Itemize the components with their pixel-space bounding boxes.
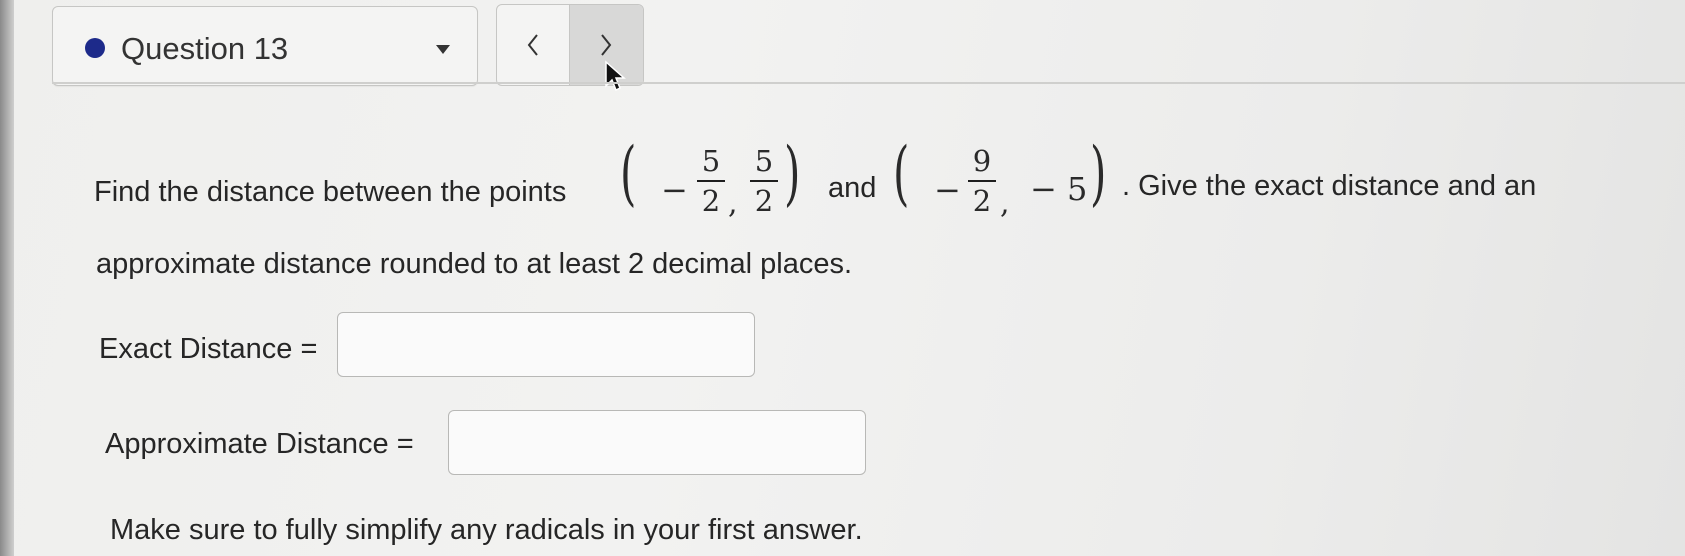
simplify-note: Make sure to fully simplify any radicals… (110, 514, 863, 546)
open-paren: ( (620, 132, 637, 214)
status-dot-icon (85, 38, 105, 58)
close-paren: ) (1090, 132, 1107, 214)
point2-x-sign: − (934, 171, 961, 209)
point2-y-value: − 5 (1030, 170, 1088, 208)
question-label: Question 13 (121, 31, 289, 66)
approximate-distance-input[interactable] (448, 410, 866, 475)
chevron-left-icon (527, 34, 538, 56)
question-text-start: Find the distance between the points (94, 176, 567, 208)
point1-x-sign: − (661, 171, 688, 209)
question-text-line2: approximate distance rounded to at least… (96, 248, 853, 280)
chevron-right-icon (601, 34, 612, 56)
point2-x-fraction: 9 2 (968, 144, 996, 218)
point1-x-denominator: 2 (701, 184, 721, 218)
question-selector[interactable]: Question 13 (52, 6, 478, 86)
comma: , (728, 186, 738, 221)
close-paren: ) (784, 132, 801, 214)
window-edge (0, 0, 14, 556)
open-paren: ( (893, 132, 910, 214)
point1-y-fraction: 5 2 (750, 144, 778, 218)
point1-x-fraction: 5 2 (697, 144, 725, 218)
prev-question-button[interactable] (497, 5, 569, 85)
question-text-end: . Give the exact distance and an (1122, 170, 1537, 202)
comma: , (1000, 186, 1010, 221)
fraction-bar (968, 180, 996, 182)
fraction-bar (697, 180, 725, 182)
exact-distance-label: Exact Distance = (99, 333, 318, 365)
point2-x-denominator: 2 (972, 184, 992, 218)
header-divider (52, 82, 1685, 84)
mouse-cursor-icon (605, 60, 626, 92)
point1-y-numerator: 5 (754, 144, 774, 178)
approximate-distance-label: Approximate Distance = (105, 428, 414, 460)
dropdown-caret-icon (436, 45, 450, 54)
exact-distance-input[interactable] (337, 312, 755, 377)
and-text: and (828, 172, 877, 204)
point1-x-numerator: 5 (701, 144, 721, 178)
fraction-bar (750, 180, 778, 182)
point2-x-numerator: 9 (972, 144, 992, 178)
point1-y-denominator: 2 (754, 184, 774, 218)
